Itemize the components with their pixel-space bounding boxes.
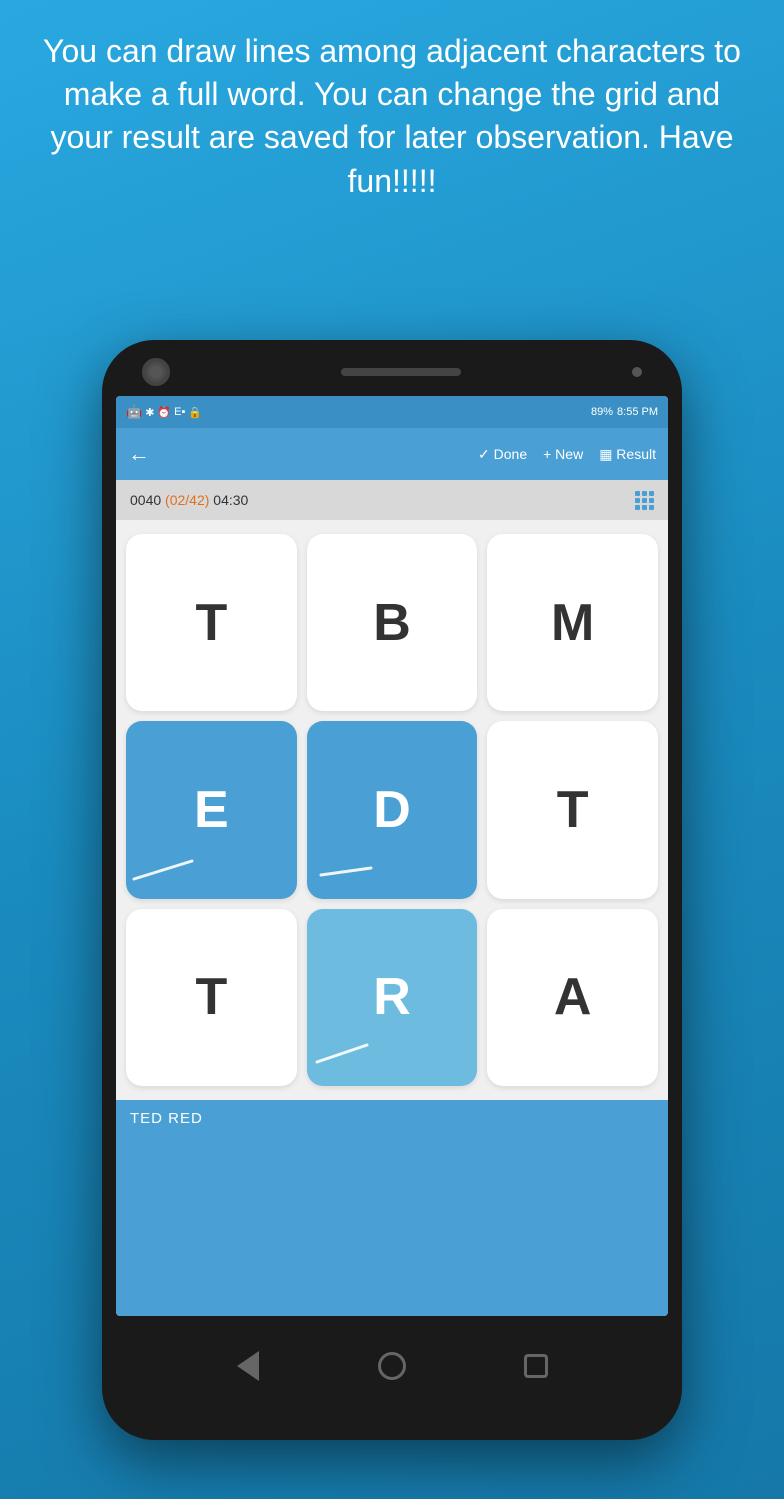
cell-3[interactable]: E [126,721,297,898]
phone-device: 🤖 ✱ ⏰ E▪ 🔒 89% 8:55 PM ← ✓ Done + New ▦ … [102,340,682,1440]
app-toolbar: ← ✓ Done + New ▦ Result [116,428,668,480]
phone-led [632,367,642,377]
puzzle-code: 0040 [130,492,165,508]
result-button[interactable]: ▦ Result [599,446,656,463]
cell-8[interactable]: A [487,909,658,1086]
battery-level: 89% [591,406,613,418]
nav-home-button[interactable] [370,1344,414,1388]
line-d [321,865,376,885]
words-area: TED RED [116,1100,668,1316]
signal-icon: E▪ [174,406,185,418]
line-r [317,1040,372,1070]
found-words: TED RED [130,1110,654,1127]
header-text: You can draw lines among adjacent charac… [0,0,784,223]
phone-speaker [341,368,461,376]
cell-1[interactable]: B [307,534,478,711]
phone-screen: 🤖 ✱ ⏰ E▪ 🔒 89% 8:55 PM ← ✓ Done + New ▦ … [116,396,668,1316]
recent-square-icon [524,1354,548,1378]
puzzle-info: 0040 (02/42) 04:30 [130,492,248,508]
toolbar-actions: ✓ Done + New ▦ Result [478,446,656,463]
bluetooth-icon: ✱ [145,406,154,419]
status-right-info: 89% 8:55 PM [591,406,658,418]
cell-0[interactable]: T [126,534,297,711]
clock-time: 8:55 PM [617,406,658,418]
nav-recent-button[interactable] [514,1344,558,1388]
back-triangle-icon [237,1351,259,1381]
new-button[interactable]: + New [543,446,583,462]
clock-icon: ⏰ [157,406,171,419]
cell-4[interactable]: D [307,721,478,898]
android-icon: 🤖 [126,404,142,420]
done-button[interactable]: ✓ Done [478,446,527,463]
home-circle-icon [378,1352,406,1380]
nav-back-button[interactable] [226,1344,270,1388]
sub-header-bar: 0040 (02/42) 04:30 [116,480,668,520]
puzzle-timer: 04:30 [209,492,248,508]
back-button[interactable]: ← [128,441,150,467]
cell-6[interactable]: T [126,909,297,1086]
cell-5[interactable]: T [487,721,658,898]
phone-nav-bar [116,1324,668,1402]
cell-2[interactable]: M [487,534,658,711]
lock-icon: 🔒 [188,406,202,419]
grid-settings-icon[interactable] [635,491,654,510]
phone-top-bar [102,340,682,396]
status-left-icons: 🤖 ✱ ⏰ E▪ 🔒 [126,404,202,420]
puzzle-progress: (02/42) [165,492,209,508]
status-bar: 🤖 ✱ ⏰ E▪ 🔒 89% 8:55 PM [116,396,668,428]
cell-7[interactable]: R [307,909,478,1086]
line-e [134,859,194,889]
phone-camera [142,358,170,386]
letter-grid: T B M E D T T R [116,520,668,1100]
